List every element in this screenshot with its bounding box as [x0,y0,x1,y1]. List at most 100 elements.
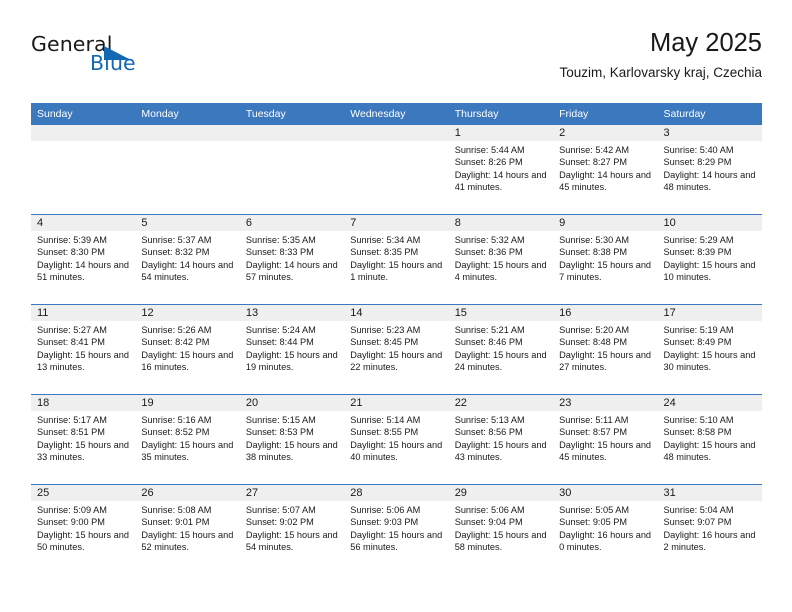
weekday-header-tuesday: Tuesday [239,103,345,125]
sunset-text: Sunset: 9:07 PM [663,517,732,528]
daylight-text: Daylight: 15 hours and 52 minutes. [141,529,234,553]
sunset-text: Sunset: 8:46 PM [454,337,523,348]
calendar-day-cell[interactable]: 28 Sunrise: 5:06 AM Sunset: 9:03 PM Dayligh… [344,484,449,574]
calendar-day-cell[interactable]: 23 Sunrise: 5:11 AM Sunset: 8:57 PM Dayligh… [553,394,658,485]
calendar-week-row: 4 Sunrise: 5:39 AM Sunset: 8:30 PM Daylight… [31,214,762,305]
calendar-day-cell[interactable]: 5 Sunrise: 5:37 AM Sunset: 8:32 PM Daylight… [135,214,240,305]
sunset-text: Sunset: 8:57 PM [559,427,628,438]
day-info: Sunrise: 5:32 AM Sunset: 8:36 PM Daylight:… [449,231,553,284]
daylight-text: Daylight: 15 hours and 33 minutes. [37,439,129,463]
sunrise-text: Sunrise: 5:07 AM [245,505,316,515]
day-number [135,125,240,141]
sunset-text: Sunset: 8:30 PM [37,247,105,258]
sunrise-text: Sunrise: 5:06 AM [454,505,525,515]
day-info: Sunrise: 5:08 AM Sunset: 9:01 PM Daylight:… [135,501,239,554]
daylight-text: Daylight: 14 hours and 41 minutes. [454,169,547,193]
title-block: May 2025 Touzim, Karlovarsky kraj, Czech… [559,28,762,83]
calendar-day-cell[interactable]: 8 Sunrise: 5:32 AM Sunset: 8:36 PM Daylight… [448,214,554,305]
calendar-week-row: 1 Sunrise: 5:44 AM Sunset: 8:26 PM Daylight… [31,125,762,215]
calendar-day-cell[interactable]: 13 Sunrise: 5:24 AM Sunset: 8:44 PM Dayligh… [239,304,345,395]
calendar-day-cell[interactable]: 15 Sunrise: 5:21 AM Sunset: 8:46 PM Dayligh… [448,304,554,395]
calendar-week-row: 11 Sunrise: 5:27 AM Sunset: 8:41 PM Dayligh… [31,304,762,395]
day-number: 6 [239,215,345,231]
day-info: Sunrise: 5:42 AM Sunset: 8:27 PM Daylight:… [553,141,657,194]
sunrise-text: Sunrise: 5:08 AM [141,505,212,515]
day-number: 28 [344,485,449,501]
calendar-day-cell[interactable]: 11 Sunrise: 5:27 AM Sunset: 8:41 PM Dayligh… [31,304,136,395]
sunrise-text: Sunrise: 5:06 AM [350,505,421,515]
day-number: 7 [344,215,449,231]
calendar-day-cell[interactable]: 29 Sunrise: 5:06 AM Sunset: 9:04 PM Dayligh… [448,484,554,574]
day-info: Sunrise: 5:35 AM Sunset: 8:33 PM Daylight:… [240,231,344,284]
day-info: Sunrise: 5:13 AM Sunset: 8:56 PM Daylight:… [449,411,553,464]
calendar-day-cell[interactable]: 24 Sunrise: 5:10 AM Sunset: 8:58 PM Dayligh… [657,394,762,485]
general-blue-logo[interactable]: General Blue [31,32,231,82]
day-number: 27 [239,485,345,501]
sunrise-text: Sunrise: 5:30 AM [559,235,630,245]
day-info: Sunrise: 5:06 AM Sunset: 9:03 PM Daylight:… [344,501,448,554]
calendar-week-row: 25 Sunrise: 5:09 AM Sunset: 9:00 PM Dayligh… [31,484,762,574]
sunset-text: Sunset: 8:35 PM [350,247,419,258]
calendar-day-cell-empty [31,125,136,215]
calendar-day-cell[interactable]: 27 Sunrise: 5:07 AM Sunset: 9:02 PM Dayligh… [239,484,345,574]
day-number: 17 [657,305,762,321]
calendar-day-cell[interactable]: 25 Sunrise: 5:09 AM Sunset: 9:00 PM Dayligh… [31,484,136,574]
daylight-text: Daylight: 15 hours and 56 minutes. [350,529,443,553]
calendar-day-cell[interactable]: 31 Sunrise: 5:04 AM Sunset: 9:07 PM Dayligh… [657,484,762,574]
sunset-text: Sunset: 8:36 PM [454,247,523,258]
calendar-day-cell[interactable]: 26 Sunrise: 5:08 AM Sunset: 9:01 PM Dayligh… [135,484,240,574]
calendar-day-cell[interactable]: 21 Sunrise: 5:14 AM Sunset: 8:55 PM Dayligh… [344,394,449,485]
day-number: 12 [135,305,240,321]
calendar-day-cell[interactable]: 17 Sunrise: 5:19 AM Sunset: 8:49 PM Dayligh… [657,304,762,395]
day-info: Sunrise: 5:05 AM Sunset: 9:05 PM Daylight:… [553,501,657,554]
day-info: Sunrise: 5:40 AM Sunset: 8:29 PM Daylight:… [658,141,762,194]
sunrise-text: Sunrise: 5:16 AM [141,415,212,425]
calendar-day-cell[interactable]: 4 Sunrise: 5:39 AM Sunset: 8:30 PM Daylight… [31,214,136,305]
calendar-day-cell[interactable]: 16 Sunrise: 5:20 AM Sunset: 8:48 PM Dayligh… [553,304,658,395]
calendar-day-cell[interactable]: 7 Sunrise: 5:34 AM Sunset: 8:35 PM Daylight… [344,214,449,305]
sunrise-text: Sunrise: 5:35 AM [245,235,316,245]
day-number: 10 [657,215,762,231]
day-info: Sunrise: 5:09 AM Sunset: 9:00 PM Daylight:… [31,501,135,554]
sunset-text: Sunset: 8:55 PM [350,427,419,438]
calendar-day-cell[interactable]: 10 Sunrise: 5:29 AM Sunset: 8:39 PM Dayligh… [657,214,762,305]
calendar-body: 1 Sunrise: 5:44 AM Sunset: 8:26 PM Daylight… [31,125,762,574]
sunrise-text: Sunrise: 5:17 AM [37,415,107,425]
calendar-day-cell[interactable]: 20 Sunrise: 5:15 AM Sunset: 8:53 PM Dayligh… [239,394,345,485]
calendar-day-cell[interactable]: 12 Sunrise: 5:26 AM Sunset: 8:42 PM Dayligh… [135,304,240,395]
page-title: May 2025 [650,29,762,57]
daylight-text: Daylight: 15 hours and 40 minutes. [350,439,443,463]
daylight-text: Daylight: 14 hours and 51 minutes. [37,259,129,283]
sunset-text: Sunset: 8:45 PM [350,337,419,348]
day-info: Sunrise: 5:24 AM Sunset: 8:44 PM Daylight:… [240,321,344,374]
sunset-text: Sunset: 8:56 PM [454,427,523,438]
sunrise-text: Sunrise: 5:13 AM [454,415,525,425]
day-number: 30 [553,485,658,501]
day-info: Sunrise: 5:06 AM Sunset: 9:04 PM Daylight:… [449,501,553,554]
calendar-day-cell[interactable]: 30 Sunrise: 5:05 AM Sunset: 9:05 PM Dayligh… [553,484,658,574]
sunrise-text: Sunrise: 5:15 AM [245,415,316,425]
sunset-text: Sunset: 8:53 PM [245,427,314,438]
calendar-day-cell[interactable]: 18 Sunrise: 5:17 AM Sunset: 8:51 PM Dayligh… [31,394,136,485]
calendar-day-cell-empty [344,125,449,215]
calendar-day-cell[interactable]: 9 Sunrise: 5:30 AM Sunset: 8:38 PM Daylight… [553,214,658,305]
calendar-day-cell[interactable]: 19 Sunrise: 5:16 AM Sunset: 8:52 PM Dayligh… [135,394,240,485]
day-info: Sunrise: 5:11 AM Sunset: 8:57 PM Daylight:… [553,411,657,464]
calendar-day-cell[interactable]: 1 Sunrise: 5:44 AM Sunset: 8:26 PM Daylight… [448,125,554,215]
sunset-text: Sunset: 9:03 PM [350,517,419,528]
calendar-day-cell[interactable]: 2 Sunrise: 5:42 AM Sunset: 8:27 PM Daylight… [553,125,658,215]
calendar-day-cell[interactable]: 3 Sunrise: 5:40 AM Sunset: 8:29 PM Daylight… [657,125,762,215]
day-info: Sunrise: 5:04 AM Sunset: 9:07 PM Daylight:… [658,501,762,554]
calendar-day-cell[interactable]: 22 Sunrise: 5:13 AM Sunset: 8:56 PM Dayligh… [448,394,554,485]
sunrise-text: Sunrise: 5:24 AM [245,325,316,335]
daylight-text: Daylight: 15 hours and 50 minutes. [37,529,129,553]
calendar-day-cell[interactable]: 14 Sunrise: 5:23 AM Sunset: 8:45 PM Dayligh… [344,304,449,395]
sunrise-sunset-calendar: Sunday Monday Tuesday Wednesday Thursday Frid… [31,103,762,574]
calendar-day-cell[interactable]: 6 Sunrise: 5:35 AM Sunset: 8:33 PM Daylight… [239,214,345,305]
day-number: 21 [344,395,449,411]
daylight-text: Daylight: 15 hours and 30 minutes. [663,349,756,373]
day-info: Sunrise: 5:15 AM Sunset: 8:53 PM Daylight:… [240,411,344,464]
sunrise-text: Sunrise: 5:10 AM [663,415,734,425]
day-number: 9 [553,215,658,231]
sunset-text: Sunset: 8:27 PM [559,157,628,168]
